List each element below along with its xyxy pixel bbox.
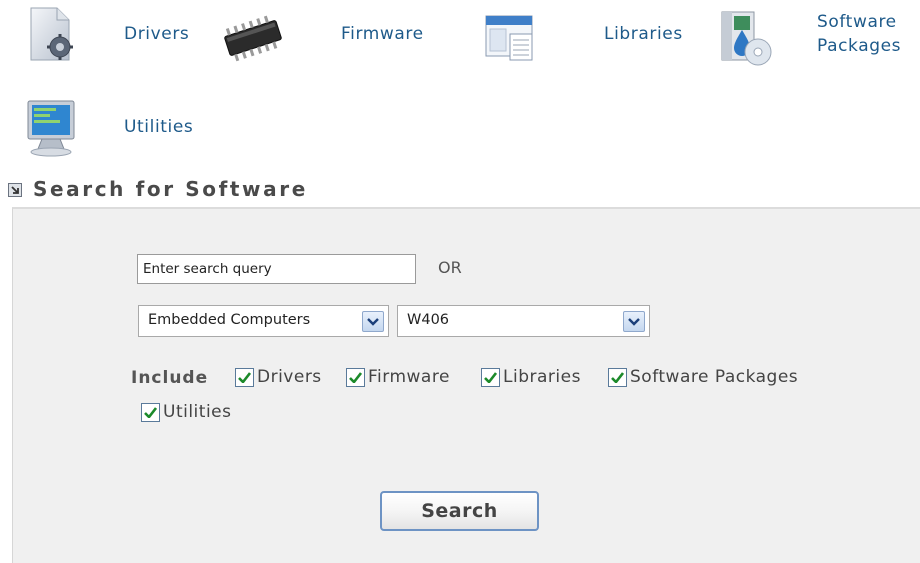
software-packages-line-1: Software xyxy=(817,12,897,32)
include-software-packages-label: Software Packages xyxy=(630,367,799,387)
software-packages-icon[interactable] xyxy=(718,10,774,68)
utilities-icon[interactable] xyxy=(22,97,80,159)
section-heading: Search for Software xyxy=(8,177,308,201)
checkmark-icon[interactable] xyxy=(141,402,160,422)
category-link-software-packages[interactable]: Software Packages xyxy=(817,10,901,58)
chevron-down-icon[interactable] xyxy=(362,311,384,332)
include-software-packages-checkbox[interactable]: Software Packages xyxy=(608,367,798,387)
include-libraries-label: Libraries xyxy=(503,367,581,387)
include-utilities-label: Utilities xyxy=(163,402,232,422)
section-title: Search for Software xyxy=(33,177,308,201)
chip-icon[interactable] xyxy=(218,14,288,62)
drivers-icon[interactable] xyxy=(27,6,77,64)
include-drivers-label: Drivers xyxy=(257,367,322,387)
include-firmware-label: Firmware xyxy=(368,367,450,387)
include-utilities-checkbox[interactable]: Utilities xyxy=(141,402,231,422)
search-button[interactable]: Search xyxy=(380,491,539,531)
category-link-utilities[interactable]: Utilities xyxy=(124,117,193,137)
checkmark-icon[interactable] xyxy=(346,367,365,387)
category-link-drivers[interactable]: Drivers xyxy=(124,24,189,44)
category-link-libraries[interactable]: Libraries xyxy=(604,24,683,44)
include-firmware-checkbox[interactable]: Firmware xyxy=(346,367,450,387)
search-input[interactable] xyxy=(137,254,416,284)
or-label: OR xyxy=(438,258,462,277)
checkmark-icon[interactable] xyxy=(481,367,500,387)
product-family-select[interactable]: Embedded Computers xyxy=(138,305,389,337)
include-label: Include xyxy=(131,368,209,388)
model-value: W406 xyxy=(407,312,450,328)
checkmark-icon[interactable] xyxy=(235,367,254,387)
product-family-value: Embedded Computers xyxy=(148,312,311,328)
model-select[interactable]: W406 xyxy=(397,305,650,337)
software-packages-line-2: Packages xyxy=(817,36,902,56)
chevron-down-icon[interactable] xyxy=(623,311,645,332)
arrow-square-icon xyxy=(8,182,22,197)
include-drivers-checkbox[interactable]: Drivers xyxy=(235,367,322,387)
checkmark-icon[interactable] xyxy=(608,367,627,387)
category-link-firmware[interactable]: Firmware xyxy=(341,24,424,44)
include-libraries-checkbox[interactable]: Libraries xyxy=(481,367,581,387)
libraries-icon[interactable] xyxy=(484,12,538,64)
